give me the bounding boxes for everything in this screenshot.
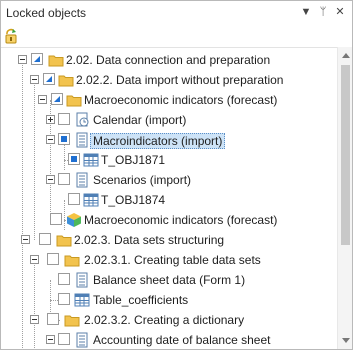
collapse-toggle[interactable] bbox=[46, 135, 55, 144]
unlock-icon bbox=[5, 28, 17, 44]
folder-icon bbox=[56, 235, 72, 247]
tree-item-label: Balance sheet data (Form 1) bbox=[93, 273, 246, 287]
close-icon[interactable]: ✕ bbox=[333, 4, 347, 20]
item-checkbox[interactable] bbox=[50, 213, 62, 225]
tree-item[interactable]: Calendar (import) bbox=[1, 110, 337, 130]
tree-item[interactable]: Macroeconomic indicators (forecast) bbox=[1, 210, 337, 230]
tree-item-selected[interactable]: Macroindicators (import) bbox=[1, 130, 337, 150]
item-checkbox[interactable] bbox=[51, 93, 63, 105]
tree-item-label: 2.02.2. Data import without preparation bbox=[76, 73, 284, 87]
database-icon bbox=[76, 132, 88, 148]
database-icon bbox=[76, 172, 88, 188]
locked-objects-tree[interactable]: 2.02. Data connection and preparation 2.… bbox=[1, 50, 337, 349]
item-checkbox[interactable] bbox=[68, 153, 80, 165]
table-icon bbox=[74, 293, 90, 307]
tree-item[interactable]: 2.02.3. Data sets structuring bbox=[1, 230, 337, 250]
collapse-toggle[interactable] bbox=[46, 335, 55, 344]
tree-item-label: Macroindicators (import) bbox=[90, 133, 226, 149]
folder-icon bbox=[58, 75, 74, 87]
item-checkbox[interactable] bbox=[43, 73, 55, 85]
tree-item[interactable]: Table_coefficients bbox=[1, 290, 337, 310]
tree-item[interactable]: 2.02.3.1. Creating table data sets bbox=[1, 250, 337, 270]
collapse-toggle[interactable] bbox=[21, 235, 30, 244]
tree-item-label: 2.02.3.1. Creating table data sets bbox=[84, 253, 261, 267]
item-checkbox[interactable] bbox=[58, 173, 70, 185]
collapse-toggle[interactable] bbox=[38, 95, 47, 104]
collapse-toggle[interactable] bbox=[30, 315, 39, 324]
table-icon bbox=[83, 153, 99, 167]
unlock-button[interactable] bbox=[4, 28, 22, 44]
tree-item-label: 2.02.3.2. Creating a dictionary bbox=[84, 313, 245, 327]
tree-item-label: Macroeconomic indicators (forecast) bbox=[84, 93, 278, 107]
calendar-icon bbox=[76, 112, 89, 127]
item-checkbox[interactable] bbox=[58, 113, 70, 125]
tree-item-label: Scenarios (import) bbox=[93, 173, 192, 187]
tree-item[interactable]: 2.02.2. Data import without preparation bbox=[1, 70, 337, 90]
pin-icon[interactable]: ᛘ bbox=[316, 4, 330, 20]
vertical-scrollbar[interactable] bbox=[337, 47, 352, 349]
collapse-toggle[interactable] bbox=[30, 75, 39, 84]
item-checkbox[interactable] bbox=[47, 253, 59, 265]
cube-icon bbox=[67, 213, 81, 227]
item-checkbox[interactable] bbox=[39, 233, 51, 245]
tree-item-label: T_OBJ1874 bbox=[101, 193, 166, 207]
tree-item[interactable]: Macroeconomic indicators (forecast) bbox=[1, 90, 337, 110]
item-checkbox[interactable] bbox=[58, 273, 70, 285]
tree-item-label: 2.02.3. Data sets structuring bbox=[74, 233, 225, 247]
panel-toolbar bbox=[1, 25, 352, 48]
item-checkbox[interactable] bbox=[47, 313, 59, 325]
locked-objects-panel: Locked objects ▼ ᛘ ✕ 2.02. Data connecti… bbox=[0, 0, 353, 350]
tree-item[interactable]: Scenarios (import) bbox=[1, 170, 337, 190]
tree-item-label: 2.02. Data connection and preparation bbox=[66, 53, 271, 67]
item-checkbox[interactable] bbox=[58, 293, 70, 305]
database-icon bbox=[76, 272, 88, 288]
tree-item-label: Calendar (import) bbox=[93, 113, 187, 127]
scroll-down-icon[interactable] bbox=[342, 338, 350, 343]
folder-icon bbox=[48, 55, 64, 67]
tree-item[interactable]: T_OBJ1871 bbox=[1, 150, 337, 170]
folder-icon bbox=[64, 315, 80, 327]
tree-item-label: T_OBJ1871 bbox=[101, 153, 166, 167]
scroll-up-icon[interactable] bbox=[342, 53, 350, 58]
tree-item[interactable]: T_OBJ1874 bbox=[1, 190, 337, 210]
item-checkbox[interactable] bbox=[31, 53, 43, 65]
tree-item[interactable]: 2.02.3.2. Creating a dictionary bbox=[1, 310, 337, 330]
scrollbar-thumb[interactable] bbox=[341, 65, 350, 245]
collapse-toggle[interactable] bbox=[46, 175, 55, 184]
tree-item[interactable]: Accounting date of balance sheet bbox=[1, 330, 337, 349]
expand-toggle[interactable] bbox=[46, 115, 55, 124]
tree-item[interactable]: Balance sheet data (Form 1) bbox=[1, 270, 337, 290]
folder-icon bbox=[66, 95, 82, 107]
tree-item-label: Table_coefficients bbox=[93, 293, 189, 307]
collapse-toggle[interactable] bbox=[18, 55, 27, 64]
panel-title: Locked objects bbox=[6, 6, 87, 20]
item-checkbox[interactable] bbox=[68, 193, 80, 205]
collapse-toggle[interactable] bbox=[30, 255, 39, 264]
tree-item-label: Macroeconomic indicators (forecast) bbox=[84, 213, 278, 227]
table-icon bbox=[83, 193, 99, 207]
folder-icon bbox=[64, 255, 80, 267]
item-checkbox[interactable] bbox=[58, 333, 70, 345]
tree-item-label: Accounting date of balance sheet bbox=[93, 333, 271, 347]
tree-item[interactable]: 2.02. Data connection and preparation bbox=[1, 50, 337, 70]
panel-titlebar: Locked objects ▼ ᛘ ✕ bbox=[1, 1, 352, 25]
database-icon bbox=[76, 332, 88, 348]
dropdown-icon[interactable]: ▼ bbox=[299, 4, 313, 20]
item-checkbox[interactable] bbox=[58, 133, 70, 145]
